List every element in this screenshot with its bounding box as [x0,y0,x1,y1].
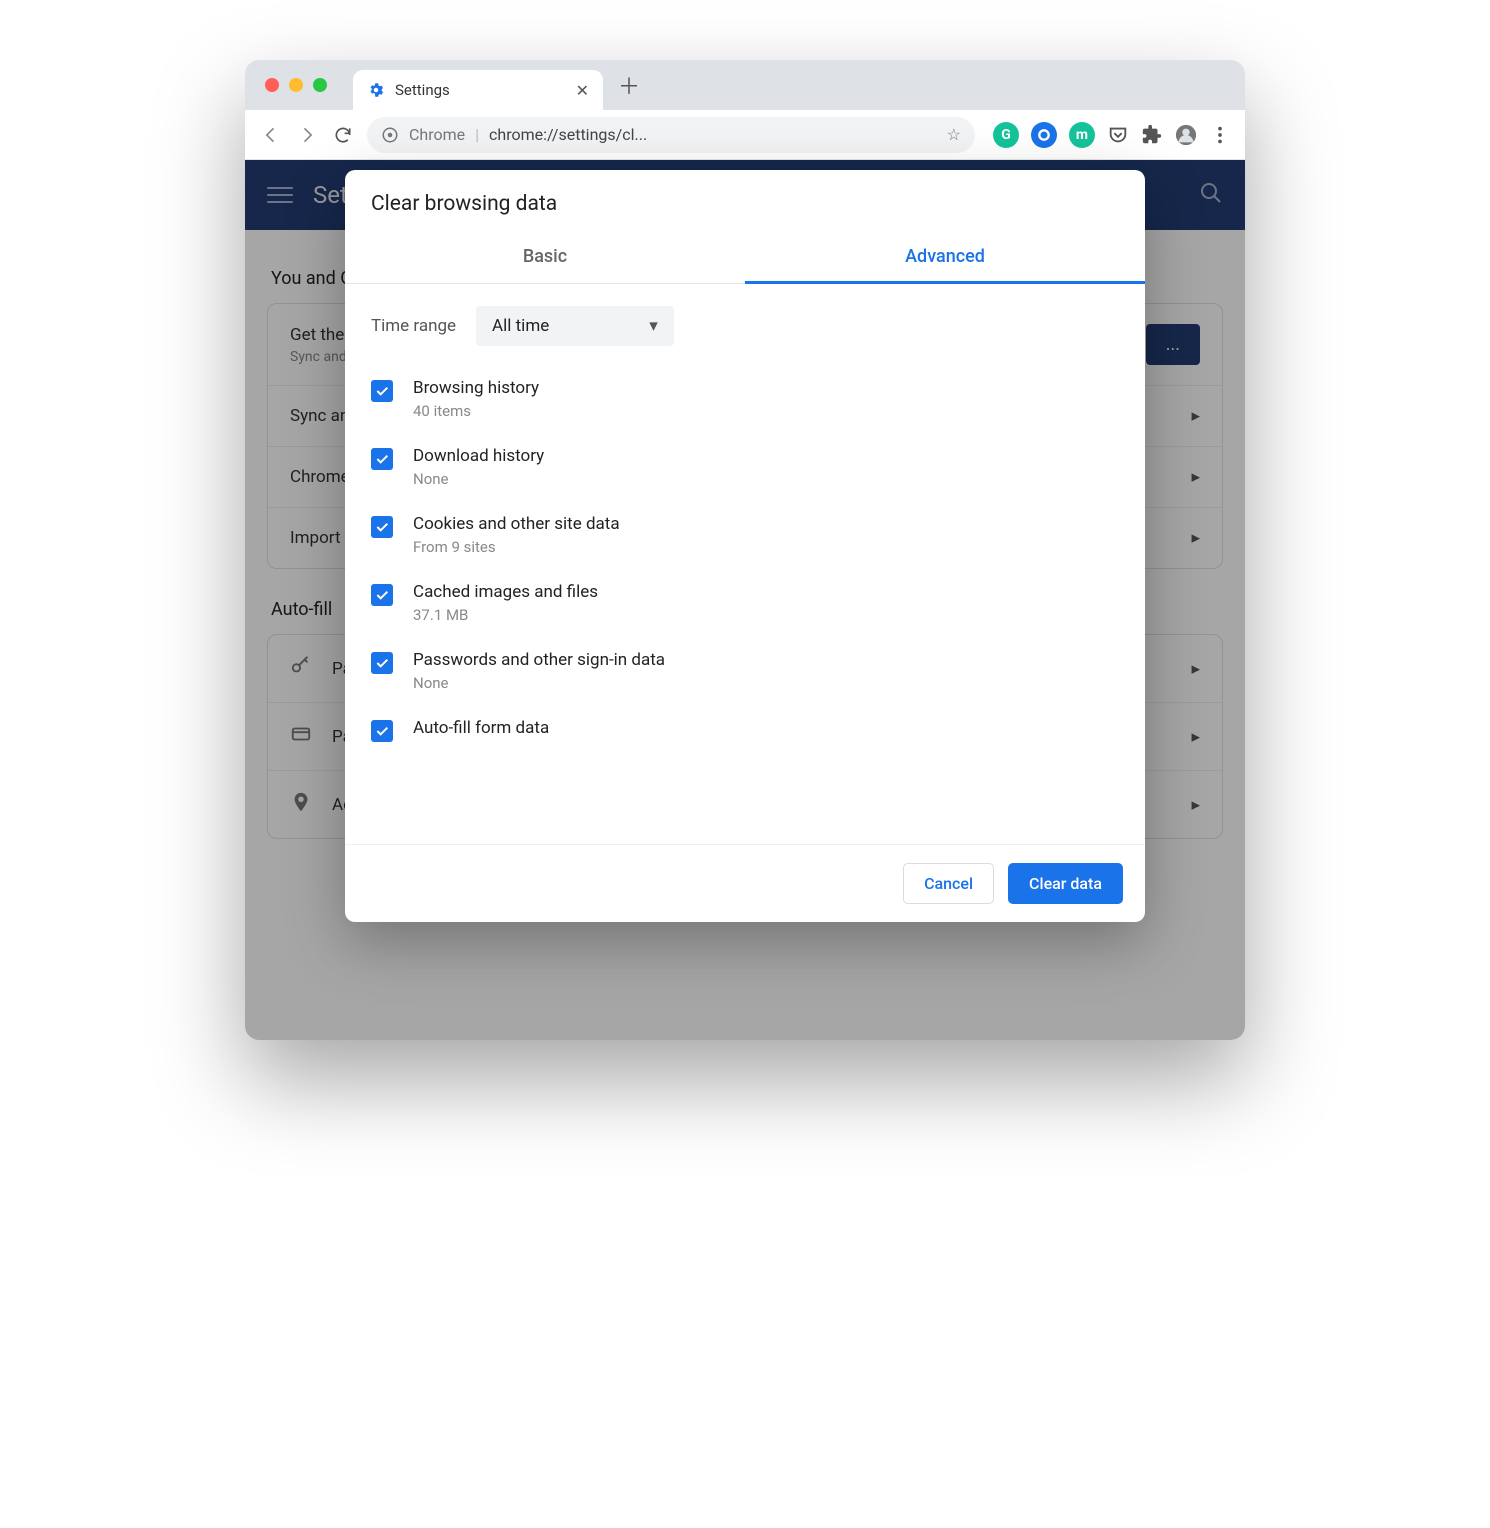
item-subtitle: 40 items [413,402,539,420]
extension-m-icon[interactable]: m [1069,122,1095,148]
minimize-window-button[interactable] [289,78,303,92]
checkbox[interactable] [371,448,393,470]
checkbox[interactable] [371,516,393,538]
checkbox[interactable] [371,720,393,742]
item-title: Auto-fill form data [413,718,549,738]
dialog-tabs: Basic Advanced [345,230,1145,284]
url-scheme-label: Chrome [409,125,465,144]
chevron-down-icon: ▾ [649,316,658,336]
time-range-value: All time [492,316,549,336]
item-subtitle: 37.1 MB [413,606,598,624]
clear-items-list: Browsing history 40 items Download histo… [371,372,1119,762]
extensions-puzzle-icon[interactable] [1141,124,1163,146]
item-subtitle: From 9 sites [413,538,620,556]
profile-avatar-icon[interactable] [1175,124,1197,146]
close-window-button[interactable] [265,78,279,92]
zoom-window-button[interactable] [313,78,327,92]
item-download-history[interactable]: Download history None [371,440,1119,508]
reload-button[interactable] [331,123,355,147]
tab-strip: Settings ✕ ＋ [245,60,1245,110]
window-controls [265,78,327,92]
toolbar-right-icons: G m [993,122,1231,148]
tab-basic[interactable]: Basic [345,230,745,283]
item-passwords[interactable]: Passwords and other sign-in data None [371,644,1119,712]
browser-tab[interactable]: Settings ✕ [353,70,603,110]
extension-grammarly-icon[interactable]: G [993,122,1019,148]
new-tab-button[interactable]: ＋ [609,69,649,101]
tab-advanced[interactable]: Advanced [745,230,1145,284]
cancel-button[interactable]: Cancel [903,863,994,904]
clear-browsing-data-dialog: Clear browsing data Basic Advanced Time … [345,170,1145,922]
browser-menu-button[interactable] [1209,124,1231,146]
checkbox[interactable] [371,584,393,606]
back-button[interactable] [259,123,283,147]
gear-icon [367,81,385,99]
chrome-icon [381,126,399,144]
browser-window: Settings ✕ ＋ Chrome | chrome://settings/… [245,60,1245,1040]
item-autofill-form-data[interactable]: Auto-fill form data [371,712,1119,762]
forward-button[interactable] [295,123,319,147]
time-range-row: Time range All time ▾ [371,306,1119,346]
checkbox[interactable] [371,380,393,402]
item-title: Download history [413,446,544,466]
item-title: Passwords and other sign-in data [413,650,665,670]
url-text: chrome://settings/cl... [489,125,937,144]
settings-app: Settings You and Google Get the most out… [245,160,1245,1040]
separator: | [475,125,479,144]
bookmark-star-icon[interactable]: ☆ [947,125,961,144]
time-range-label: Time range [371,316,456,336]
item-title: Browsing history [413,378,539,398]
item-browsing-history[interactable]: Browsing history 40 items [371,372,1119,440]
address-bar[interactable]: Chrome | chrome://settings/cl... ☆ [367,117,975,153]
item-cookies[interactable]: Cookies and other site data From 9 sites [371,508,1119,576]
item-title: Cached images and files [413,582,598,602]
clear-data-button[interactable]: Clear data [1008,863,1123,904]
item-subtitle: None [413,674,665,692]
browser-toolbar: Chrome | chrome://settings/cl... ☆ G m [245,110,1245,160]
extension-circle-icon[interactable] [1031,122,1057,148]
close-tab-button[interactable]: ✕ [576,81,589,100]
dialog-actions: Cancel Clear data [345,844,1145,922]
dialog-scroll-area: Time range All time ▾ Browsing history 4… [345,284,1145,844]
item-subtitle: None [413,470,544,488]
time-range-select[interactable]: All time ▾ [476,306,674,346]
item-title: Cookies and other site data [413,514,620,534]
item-cached-images[interactable]: Cached images and files 37.1 MB [371,576,1119,644]
checkbox[interactable] [371,652,393,674]
pocket-icon[interactable] [1107,124,1129,146]
dialog-title: Clear browsing data [345,170,1145,216]
tab-title: Settings [395,81,566,99]
